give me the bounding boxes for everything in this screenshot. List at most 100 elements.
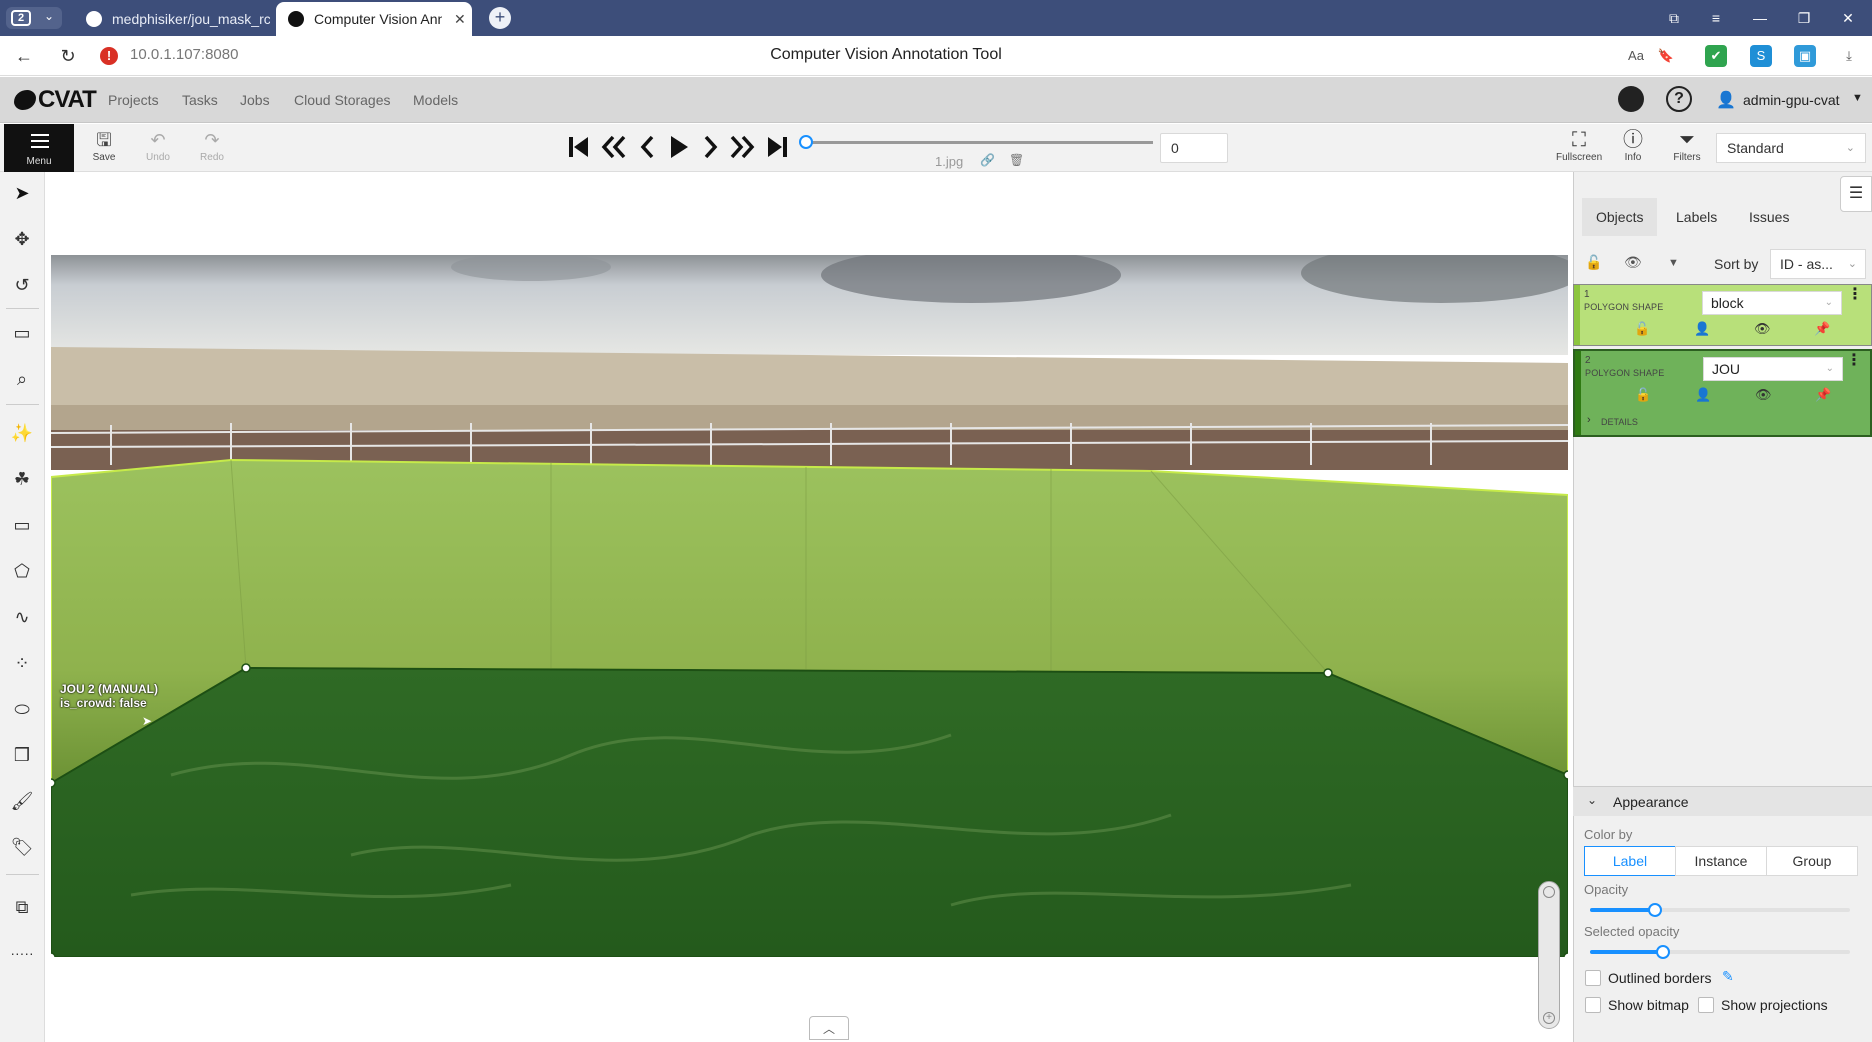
outlined-borders-checkbox[interactable] — [1585, 970, 1601, 986]
nav-jobs[interactable]: Jobs — [240, 92, 270, 108]
show-bitmap-checkbox[interactable] — [1585, 997, 1601, 1013]
close-window-icon[interactable]: ✕ — [1834, 6, 1862, 30]
extension-window-icon[interactable]: ▣ — [1794, 45, 1816, 67]
fast-backward-icon[interactable] — [598, 132, 628, 162]
merge-icon[interactable]: ⧉ — [9, 894, 35, 920]
brush-icon[interactable]: 🖌 — [9, 788, 35, 814]
appearance-header[interactable]: ⌄ Appearance — [1573, 786, 1872, 816]
magic-wand-icon[interactable]: ✨ — [9, 420, 35, 446]
color-by-label-option[interactable]: Label — [1584, 846, 1676, 876]
object-item-2[interactable]: 2 POLYGON SHAPE JOU ⌄ ⋮ 🔓 👤 👁 📌 › DETAIL… — [1573, 349, 1872, 437]
frame-slider-track[interactable] — [805, 141, 1153, 144]
opacity-slider[interactable] — [1590, 903, 1850, 917]
play-icon[interactable] — [663, 132, 693, 162]
collections-icon[interactable]: ⧉ — [1660, 6, 1688, 30]
pin-icon[interactable]: 📌 — [1814, 321, 1830, 337]
browser-menu-icon[interactable]: ≡ — [1702, 6, 1730, 30]
pin-icon[interactable]: 📌 — [1815, 387, 1831, 403]
polyline-icon[interactable]: ∿ — [9, 604, 35, 630]
visibility-icon[interactable]: 👁 — [1754, 321, 1771, 337]
object-item-1[interactable]: 1 POLYGON SHAPE block ⌄ ⋮ 🔓 👤 👁 📌 — [1573, 284, 1872, 346]
extension-s-icon[interactable]: S — [1750, 45, 1772, 67]
fit-image-icon[interactable]: ▭ — [9, 320, 35, 346]
copy-link-icon[interactable]: 🔗 — [980, 153, 995, 167]
browser-tab-cvat[interactable]: Computer Vision Annotation Tool ✕ — [276, 2, 472, 36]
annotation-canvas[interactable]: JOU 2 (MANUAL) is_crowd: false ➤ — [46, 172, 1572, 1042]
nav-tasks[interactable]: Tasks — [182, 92, 218, 108]
caret-down-icon[interactable]: ▼ — [1852, 92, 1863, 104]
github-icon[interactable] — [1618, 86, 1644, 112]
zoom-reset-icon[interactable]: + — [1543, 1012, 1555, 1024]
fullscreen-button[interactable]: ⛶ Fullscreen — [1556, 128, 1602, 163]
chevron-right-icon[interactable]: › — [1587, 414, 1591, 426]
lock-icon[interactable]: 🔓 — [1635, 387, 1651, 403]
collapse-all-icon[interactable]: ▼ — [1668, 257, 1679, 269]
last-frame-icon[interactable] — [762, 132, 792, 162]
occluded-icon[interactable]: 👤 — [1694, 321, 1710, 337]
minimize-icon[interactable]: — — [1746, 6, 1774, 30]
shield-extension-icon[interactable]: ✔ — [1705, 45, 1727, 67]
collapse-sidebar-icon[interactable]: ☰ — [1840, 176, 1872, 212]
tab-labels[interactable]: Labels — [1662, 198, 1731, 236]
points-icon[interactable]: ⁘ — [9, 650, 35, 676]
username-dropdown[interactable]: admin-gpu-cvat — [1743, 92, 1840, 108]
lock-icon[interactable]: 🔓 — [1634, 321, 1650, 337]
tab-count-button[interactable]: 2 ⌄ — [6, 7, 62, 29]
jou-polygon[interactable] — [51, 666, 1568, 957]
object-menu-icon[interactable]: ⋮ — [1846, 353, 1862, 369]
show-projections-checkbox[interactable] — [1698, 997, 1714, 1013]
color-by-instance-option[interactable]: Instance — [1675, 846, 1767, 876]
hide-all-icon[interactable]: 👁 — [1624, 254, 1642, 271]
filters-button[interactable]: ⏷ Filters — [1664, 128, 1710, 163]
translate-icon[interactable]: Aa — [1625, 45, 1647, 67]
sort-by-select[interactable]: ID - as... ⌄ — [1770, 249, 1866, 279]
object-details-toggle[interactable]: DETAILS — [1601, 417, 1638, 427]
frame-slider-handle[interactable] — [799, 135, 813, 149]
tab-issues[interactable]: Issues — [1735, 198, 1803, 236]
close-tab-icon[interactable]: ✕ — [454, 2, 466, 36]
lock-all-icon[interactable]: 🔓 — [1585, 254, 1602, 271]
occluded-icon[interactable]: 👤 — [1695, 387, 1711, 403]
help-icon[interactable]: ? — [1666, 86, 1692, 112]
frame-number-input[interactable]: 0 — [1160, 133, 1228, 163]
nav-models[interactable]: Models — [413, 92, 458, 108]
more-tools-icon[interactable]: ····· — [9, 940, 35, 966]
selected-opacity-slider-handle[interactable] — [1656, 945, 1670, 959]
tag-icon[interactable]: 🏷 — [9, 834, 35, 860]
new-tab-button[interactable]: + — [489, 7, 511, 29]
delete-frame-icon[interactable]: 🗑 — [1009, 153, 1024, 167]
next-frame-icon[interactable] — [696, 132, 726, 162]
cursor-icon[interactable]: ➤ — [9, 180, 35, 206]
expand-bottom-panel-button[interactable]: ︿ — [809, 1016, 849, 1040]
color-by-group-option[interactable]: Group — [1766, 846, 1858, 876]
bookmark-icon[interactable]: 🔖 — [1655, 45, 1677, 67]
redo-button[interactable]: ↷ Redo — [192, 128, 232, 170]
nav-cloud-storages[interactable]: Cloud Storages — [294, 92, 391, 108]
info-button[interactable]: ⓘ Info — [1610, 128, 1656, 163]
cuboid-icon[interactable]: ❒ — [9, 742, 35, 768]
menu-button[interactable]: Menu — [4, 124, 74, 172]
zoom-handle[interactable] — [1543, 886, 1555, 898]
save-button[interactable]: 🖫 Save — [84, 128, 124, 170]
object-menu-icon[interactable]: ⋮ — [1847, 287, 1863, 303]
workspace-select[interactable]: Standard ⌄ — [1716, 133, 1866, 163]
rectangle-icon[interactable]: ▭ — [9, 512, 35, 538]
tab-objects[interactable]: Objects — [1582, 198, 1658, 236]
selected-opacity-slider[interactable] — [1590, 945, 1850, 959]
move-icon[interactable]: ✥ — [9, 226, 35, 252]
polygon-icon[interactable]: ⬠ — [9, 558, 35, 584]
opacity-slider-handle[interactable] — [1648, 903, 1662, 917]
visibility-icon[interactable]: 👁 — [1755, 387, 1772, 403]
zoom-region-icon[interactable]: ⌕ — [9, 366, 35, 392]
browser-tab-github[interactable]: medphisiker/jou_mask_rcnn — [74, 2, 270, 36]
previous-frame-icon[interactable] — [632, 132, 662, 162]
undo-button[interactable]: ↶ Undo — [138, 128, 178, 170]
cvat-logo[interactable]: CVAT — [14, 86, 97, 114]
download-icon[interactable]: ⤓ — [1838, 45, 1860, 67]
border-color-pencil-icon[interactable]: ✎ — [1722, 968, 1734, 985]
rotate-icon[interactable]: ↺ — [9, 272, 35, 298]
fast-forward-icon[interactable] — [728, 132, 758, 162]
image-with-annotations[interactable] — [51, 255, 1568, 957]
ellipse-icon[interactable]: ⬭ — [9, 696, 35, 722]
nav-projects[interactable]: Projects — [108, 92, 159, 108]
